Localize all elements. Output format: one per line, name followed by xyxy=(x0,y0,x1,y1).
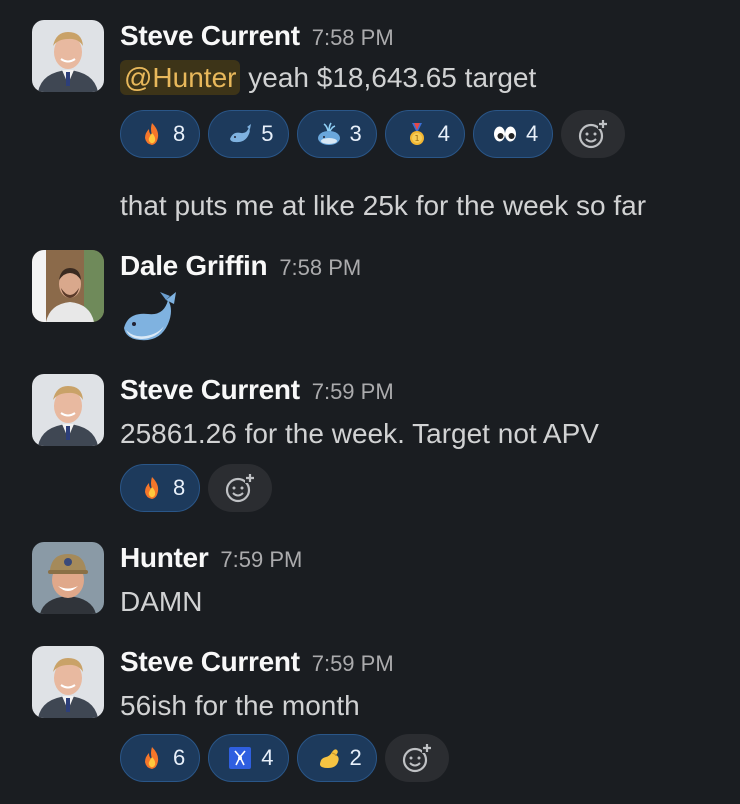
timestamp[interactable]: 7:58 PM xyxy=(312,25,394,50)
message-text: 56ish for the month xyxy=(120,690,360,721)
fire-icon xyxy=(145,477,159,499)
author-name[interactable]: Hunter xyxy=(120,542,209,573)
message-followup-text: that puts me at like 25k for the week so… xyxy=(120,190,647,221)
avatar[interactable] xyxy=(32,250,104,322)
svg-text:1: 1 xyxy=(414,134,419,143)
timestamp[interactable]: 7:59 PM xyxy=(220,547,302,572)
user-mention[interactable]: @Hunter xyxy=(120,60,241,95)
gold-medal-icon: 1 xyxy=(409,123,424,145)
reaction-eyes[interactable]: 4 xyxy=(473,110,554,158)
reaction-fire[interactable]: 6 xyxy=(120,734,201,782)
spouting-whale-icon xyxy=(317,122,340,145)
whale-icon xyxy=(124,292,176,341)
message-text: @Hunter yeah $18,643.65 target xyxy=(120,60,537,95)
reaction-count: 8 xyxy=(173,475,186,500)
fire-icon xyxy=(145,123,159,145)
message-header: Steve Current 7:59 PM xyxy=(120,374,394,406)
message-header: Steve Current 7:58 PM xyxy=(120,20,394,52)
add-emoji-icon xyxy=(579,119,609,149)
reaction-pinching-hand[interactable]: 2 xyxy=(296,734,377,782)
reaction-whale[interactable]: 5 xyxy=(208,110,289,158)
add-reaction-button[interactable] xyxy=(208,464,273,512)
reaction-count: 4 xyxy=(437,121,450,146)
message-text: DAMN xyxy=(120,586,203,617)
eyes-icon xyxy=(494,126,516,142)
message-body: yeah $18,643.65 target xyxy=(240,62,537,93)
message-emoji xyxy=(118,286,182,355)
timestamp[interactable]: 7:59 PM xyxy=(312,651,394,676)
whale-icon xyxy=(230,124,252,143)
reaction-count: 8 xyxy=(173,121,186,146)
pinching-hand-icon xyxy=(319,749,339,768)
timestamp[interactable]: 7:59 PM xyxy=(312,379,394,404)
timestamp[interactable]: 7:58 PM xyxy=(279,255,361,280)
avatar-steve-image xyxy=(32,646,104,718)
reaction-count: 3 xyxy=(349,121,362,146)
message-header: Steve Current 7:59 PM xyxy=(120,646,394,678)
reaction-bar: 8 5 3 1 4 4 xyxy=(120,110,626,158)
reaction-blue-badge[interactable]: 4 xyxy=(208,734,289,782)
message-header: Hunter 7:59 PM xyxy=(120,542,302,574)
reaction-count: 6 xyxy=(173,745,186,770)
reaction-bar: 6 4 2 xyxy=(120,734,449,782)
avatar[interactable] xyxy=(32,374,104,446)
add-reaction-button[interactable] xyxy=(561,110,626,158)
author-name[interactable]: Steve Current xyxy=(120,20,300,51)
reaction-count: 4 xyxy=(526,121,539,146)
avatar-hunter-image xyxy=(32,542,104,614)
avatar[interactable] xyxy=(32,20,104,92)
reaction-count: 5 xyxy=(261,121,274,146)
avatar-dale-image xyxy=(32,250,104,322)
avatar-steve-image xyxy=(32,20,104,92)
avatar-steve-image xyxy=(32,374,104,446)
reaction-fire[interactable]: 8 xyxy=(120,110,201,158)
author-name[interactable]: Dale Griffin xyxy=(120,250,268,281)
blue-badge-icon xyxy=(229,747,252,769)
reaction-spouting-whale[interactable]: 3 xyxy=(296,110,377,158)
reaction-bar: 8 xyxy=(120,464,273,512)
message-text: 25861.26 for the week. Target not APV xyxy=(120,418,599,449)
message-header: Dale Griffin 7:58 PM xyxy=(120,250,361,282)
add-reaction-button[interactable] xyxy=(384,734,449,782)
add-emoji-icon xyxy=(226,473,256,503)
reaction-gold-medal[interactable]: 1 4 xyxy=(384,110,465,158)
avatar[interactable] xyxy=(32,542,104,614)
reaction-count: 2 xyxy=(349,745,362,770)
avatar[interactable] xyxy=(32,646,104,718)
reaction-fire[interactable]: 8 xyxy=(120,464,201,512)
fire-icon xyxy=(145,747,159,769)
add-emoji-icon xyxy=(402,743,432,773)
author-name[interactable]: Steve Current xyxy=(120,374,300,405)
reaction-count: 4 xyxy=(261,745,274,770)
author-name[interactable]: Steve Current xyxy=(120,646,300,677)
